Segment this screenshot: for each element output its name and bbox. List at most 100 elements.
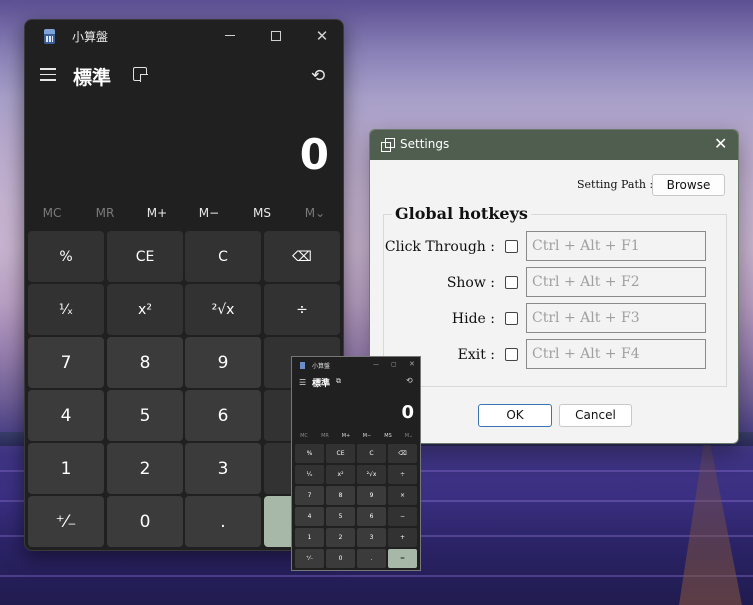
mode-title: 標準	[73, 67, 112, 89]
hide-hotkey-field[interactable]: Ctrl + Alt + F3	[526, 303, 706, 333]
calculator-titlebar[interactable]: 小算盤 ✕	[25, 20, 343, 52]
memory-clear-button[interactable]: MC	[294, 433, 314, 439]
memory-add-button[interactable]: M+	[131, 206, 183, 220]
hamburger-icon[interactable]: ☰	[299, 378, 306, 387]
browse-button[interactable]: Browse	[652, 174, 725, 196]
mini-window-title: 小算盤	[312, 363, 331, 370]
key-clear-entry[interactable]: CE	[326, 444, 355, 463]
key-reciprocal[interactable]: ¹⁄ₓ	[295, 465, 324, 484]
click-through-label: Click Through :	[384, 239, 495, 255]
key-square[interactable]: x²	[107, 284, 183, 335]
key-8[interactable]: 8	[326, 486, 355, 505]
global-hotkeys-group: Global hotkeys Click Through : Ctrl + Al…	[383, 204, 727, 387]
key-negate[interactable]: ⁺⁄₋	[295, 549, 324, 568]
maximize-icon[interactable]: ▢	[391, 361, 397, 368]
key-0[interactable]: 0	[326, 549, 355, 568]
key-clear-entry[interactable]: CE	[107, 231, 183, 282]
key-percent[interactable]: %	[295, 444, 324, 463]
key-3[interactable]: 3	[357, 528, 386, 547]
minimize-icon[interactable]: —	[373, 361, 379, 368]
ok-button[interactable]: OK	[478, 404, 552, 427]
memory-list-button[interactable]: M⌄	[289, 206, 341, 220]
memory-store-button[interactable]: MS	[236, 206, 288, 220]
key-equals[interactable]: =	[388, 549, 417, 568]
close-icon[interactable]: ✕	[409, 360, 415, 368]
key-square[interactable]: x²	[326, 465, 355, 484]
exit-checkbox[interactable]	[505, 348, 518, 361]
setting-path-label: Setting Path :	[577, 178, 654, 191]
key-backspace[interactable]: ⌫	[264, 231, 340, 282]
memory-row: MC MR M+ M− MS M⌄	[25, 206, 343, 228]
key-0[interactable]: 0	[107, 496, 183, 547]
show-label: Show :	[446, 275, 495, 291]
field-path	[679, 445, 742, 605]
maximize-button[interactable]	[253, 20, 299, 52]
close-icon[interactable]: ✕	[714, 134, 727, 153]
key-8[interactable]: 8	[107, 337, 183, 388]
key-divide[interactable]: ÷	[388, 465, 417, 484]
key-clear[interactable]: C	[357, 444, 386, 463]
key-decimal[interactable]: .	[357, 549, 386, 568]
memory-store-button[interactable]: MS	[378, 433, 398, 439]
result-display: 0	[299, 130, 329, 179]
key-7[interactable]: 7	[295, 486, 324, 505]
key-9[interactable]: 9	[185, 337, 261, 388]
key-5[interactable]: 5	[326, 507, 355, 526]
window-title: 小算盤	[72, 30, 109, 44]
key-4[interactable]: 4	[295, 507, 324, 526]
key-add[interactable]: +	[388, 528, 417, 547]
close-button[interactable]: ✕	[299, 20, 343, 52]
key-subtract[interactable]: −	[388, 507, 417, 526]
key-clear[interactable]: C	[185, 231, 261, 282]
key-3[interactable]: 3	[185, 443, 261, 494]
key-backspace[interactable]: ⌫	[388, 444, 417, 463]
keep-on-top-icon[interactable]	[133, 67, 148, 82]
key-percent[interactable]: %	[28, 231, 104, 282]
cancel-button[interactable]: Cancel	[559, 404, 632, 427]
hide-checkbox[interactable]	[505, 312, 518, 325]
click-through-checkbox[interactable]	[505, 240, 518, 253]
close-icon: ✕	[315, 27, 329, 45]
hamburger-icon[interactable]	[40, 68, 56, 82]
key-7[interactable]: 7	[28, 337, 104, 388]
settings-window-icon	[381, 138, 395, 152]
history-icon[interactable]: ⟲	[406, 376, 413, 385]
click-through-hotkey-field[interactable]: Ctrl + Alt + F1	[526, 231, 706, 261]
key-2[interactable]: 2	[107, 443, 183, 494]
settings-titlebar[interactable]: Settings ✕	[370, 130, 738, 160]
key-6[interactable]: 6	[357, 507, 386, 526]
key-2[interactable]: 2	[326, 528, 355, 547]
memory-clear-button[interactable]: MC	[26, 206, 78, 220]
mini-mode-title: 標準	[312, 379, 331, 389]
key-6[interactable]: 6	[185, 390, 261, 441]
minimize-button[interactable]	[207, 20, 253, 52]
minimize-icon	[225, 35, 235, 36]
memory-add-button[interactable]: M+	[336, 433, 356, 439]
key-reciprocal[interactable]: ¹⁄ₓ	[28, 284, 104, 335]
calculator-icon	[300, 362, 305, 369]
key-9[interactable]: 9	[357, 486, 386, 505]
keep-on-top-icon[interactable]: ⧉	[336, 377, 341, 386]
show-checkbox[interactable]	[505, 276, 518, 289]
memory-recall-button[interactable]: MR	[79, 206, 131, 220]
key-1[interactable]: 1	[28, 443, 104, 494]
key-4[interactable]: 4	[28, 390, 104, 441]
key-negate[interactable]: ⁺⁄₋	[28, 496, 104, 547]
memory-list-button[interactable]: M⌄	[399, 433, 419, 439]
key-square-root[interactable]: ²√x	[357, 465, 386, 484]
mini-calculator-window[interactable]: 小算盤 — ▢ ✕ ☰ 標準 ⧉ ⟲ 0 MC MR M+ M− MS M⌄ %…	[291, 356, 421, 571]
key-divide[interactable]: ÷	[264, 284, 340, 335]
key-1[interactable]: 1	[295, 528, 324, 547]
memory-subtract-button[interactable]: M−	[357, 433, 377, 439]
key-square-root[interactable]: ²√x	[185, 284, 261, 335]
exit-hotkey-field[interactable]: Ctrl + Alt + F4	[526, 339, 706, 369]
key-5[interactable]: 5	[107, 390, 183, 441]
settings-dialog: Settings ✕ Setting Path : Browse Global …	[369, 129, 739, 444]
hide-label: Hide :	[451, 311, 495, 327]
history-icon[interactable]: ⟲	[311, 66, 325, 86]
memory-subtract-button[interactable]: M−	[183, 206, 235, 220]
show-hotkey-field[interactable]: Ctrl + Alt + F2	[526, 267, 706, 297]
memory-recall-button[interactable]: MR	[315, 433, 335, 439]
key-decimal[interactable]: .	[185, 496, 261, 547]
key-multiply[interactable]: ×	[388, 486, 417, 505]
